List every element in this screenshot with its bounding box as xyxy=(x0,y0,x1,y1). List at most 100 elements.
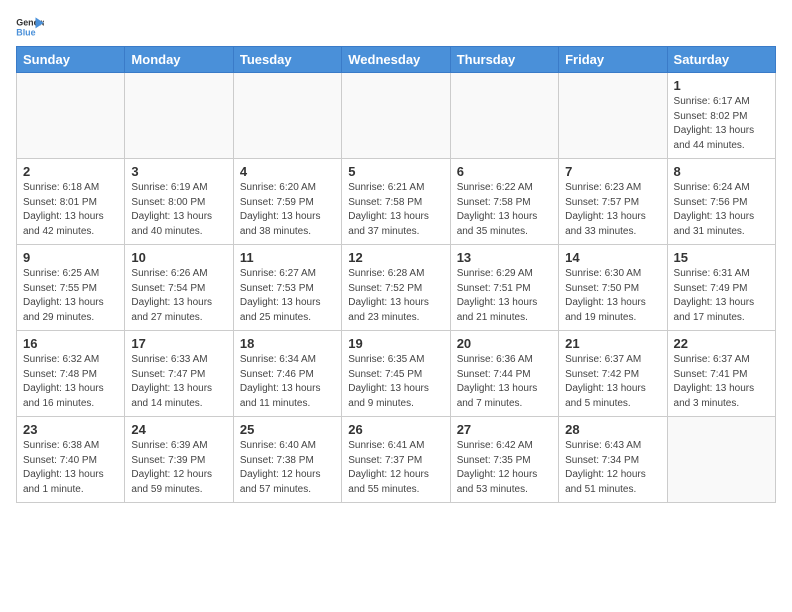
calendar-week-1: 1 Sunrise: 6:17 AM Sunset: 8:02 PM Daylig… xyxy=(17,73,776,159)
day-info: Sunrise: 6:39 AM Sunset: 7:39 PM Dayligh… xyxy=(131,439,226,497)
calendar-cell: 7Sunrise: 6:23 AM Sunset: 7:57 PM Daylig… xyxy=(559,159,667,245)
day-info: Sunrise: 6:33 AM Sunset: 7:47 PM Dayligh… xyxy=(131,353,226,411)
day-info: Sunrise: 6:32 AM Sunset: 7:48 PM Dayligh… xyxy=(23,353,118,411)
calendar-cell: 1 Sunrise: 6:17 AM Sunset: 8:02 PM Daylig… xyxy=(667,73,775,159)
day-number: 8 xyxy=(674,164,769,179)
weekday-header-monday: Monday xyxy=(125,47,233,73)
day-info: Sunrise: 6:25 AM Sunset: 7:55 PM Dayligh… xyxy=(23,267,118,325)
day-number: 26 xyxy=(348,422,443,437)
day-number: 9 xyxy=(23,250,118,265)
calendar-cell: 12 Sunrise: 6:28 AM Sunset: 7:52 PM Dayli… xyxy=(342,245,450,331)
calendar-week-5: 23 Sunrise: 6:38 AM Sunset: 7:40 PM Dayli… xyxy=(17,417,776,503)
calendar-cell: 6Sunrise: 6:22 AM Sunset: 7:58 PM Daylig… xyxy=(450,159,558,245)
day-info: Sunrise: 6:17 AM Sunset: 8:02 PM Dayligh… xyxy=(674,95,769,153)
weekday-header-saturday: Saturday xyxy=(667,47,775,73)
calendar-cell: 17 Sunrise: 6:33 AM Sunset: 7:47 PM Dayli… xyxy=(125,331,233,417)
day-info: Sunrise: 6:20 AM Sunset: 7:59 PM Dayligh… xyxy=(240,181,335,239)
calendar-cell: 22 Sunrise: 6:37 AM Sunset: 7:41 PM Dayli… xyxy=(667,331,775,417)
calendar-table: SundayMondayTuesdayWednesdayThursdayFrid… xyxy=(16,46,776,503)
calendar-cell: 25 Sunrise: 6:40 AM Sunset: 7:38 PM Dayli… xyxy=(233,417,341,503)
day-info: Sunrise: 6:38 AM Sunset: 7:40 PM Dayligh… xyxy=(23,439,118,497)
day-info: Sunrise: 6:42 AM Sunset: 7:35 PM Dayligh… xyxy=(457,439,552,497)
calendar-cell: 28 Sunrise: 6:43 AM Sunset: 7:34 PM Dayli… xyxy=(559,417,667,503)
day-info: Sunrise: 6:21 AM Sunset: 7:58 PM Dayligh… xyxy=(348,181,443,239)
day-number: 13 xyxy=(457,250,552,265)
svg-text:Blue: Blue xyxy=(16,27,35,37)
calendar-cell: 26 Sunrise: 6:41 AM Sunset: 7:37 PM Dayli… xyxy=(342,417,450,503)
day-info: Sunrise: 6:31 AM Sunset: 7:49 PM Dayligh… xyxy=(674,267,769,325)
calendar-week-4: 16 Sunrise: 6:32 AM Sunset: 7:48 PM Dayli… xyxy=(17,331,776,417)
day-info: Sunrise: 6:40 AM Sunset: 7:38 PM Dayligh… xyxy=(240,439,335,497)
day-number: 12 xyxy=(348,250,443,265)
day-number: 10 xyxy=(131,250,226,265)
day-number: 20 xyxy=(457,336,552,351)
calendar-cell: 5 Sunrise: 6:21 AM Sunset: 7:58 PM Daylig… xyxy=(342,159,450,245)
calendar-cell: 23 Sunrise: 6:38 AM Sunset: 7:40 PM Dayli… xyxy=(17,417,125,503)
day-number: 7 xyxy=(565,164,660,179)
calendar-body: 1 Sunrise: 6:17 AM Sunset: 8:02 PM Daylig… xyxy=(17,73,776,503)
day-number: 28 xyxy=(565,422,660,437)
day-number: 22 xyxy=(674,336,769,351)
calendar-cell: 13 Sunrise: 6:29 AM Sunset: 7:51 PM Dayli… xyxy=(450,245,558,331)
calendar-week-3: 9 Sunrise: 6:25 AM Sunset: 7:55 PM Daylig… xyxy=(17,245,776,331)
calendar-cell: 21Sunrise: 6:37 AM Sunset: 7:42 PM Dayli… xyxy=(559,331,667,417)
calendar-cell: 2 Sunrise: 6:18 AM Sunset: 8:01 PM Daylig… xyxy=(17,159,125,245)
calendar-cell: 16 Sunrise: 6:32 AM Sunset: 7:48 PM Dayli… xyxy=(17,331,125,417)
day-number: 1 xyxy=(674,78,769,93)
calendar-cell: 8Sunrise: 6:24 AM Sunset: 7:56 PM Daylig… xyxy=(667,159,775,245)
logo-icon: General Blue xyxy=(16,16,44,38)
calendar-cell: 3Sunrise: 6:19 AM Sunset: 8:00 PM Daylig… xyxy=(125,159,233,245)
calendar-cell: 15 Sunrise: 6:31 AM Sunset: 7:49 PM Dayli… xyxy=(667,245,775,331)
day-info: Sunrise: 6:18 AM Sunset: 8:01 PM Dayligh… xyxy=(23,181,118,239)
day-info: Sunrise: 6:29 AM Sunset: 7:51 PM Dayligh… xyxy=(457,267,552,325)
calendar-cell xyxy=(559,73,667,159)
day-info: Sunrise: 6:28 AM Sunset: 7:52 PM Dayligh… xyxy=(348,267,443,325)
day-number: 5 xyxy=(348,164,443,179)
day-number: 23 xyxy=(23,422,118,437)
day-number: 25 xyxy=(240,422,335,437)
calendar-cell xyxy=(342,73,450,159)
weekday-header-friday: Friday xyxy=(559,47,667,73)
day-info: Sunrise: 6:36 AM Sunset: 7:44 PM Dayligh… xyxy=(457,353,552,411)
day-number: 14 xyxy=(565,250,660,265)
day-number: 15 xyxy=(674,250,769,265)
day-number: 17 xyxy=(131,336,226,351)
calendar-cell xyxy=(125,73,233,159)
calendar-cell xyxy=(667,417,775,503)
day-number: 11 xyxy=(240,250,335,265)
page-header: General Blue xyxy=(16,16,776,38)
calendar-cell: 24 Sunrise: 6:39 AM Sunset: 7:39 PM Dayli… xyxy=(125,417,233,503)
calendar-cell: 9 Sunrise: 6:25 AM Sunset: 7:55 PM Daylig… xyxy=(17,245,125,331)
day-number: 3 xyxy=(131,164,226,179)
day-info: Sunrise: 6:27 AM Sunset: 7:53 PM Dayligh… xyxy=(240,267,335,325)
day-info: Sunrise: 6:26 AM Sunset: 7:54 PM Dayligh… xyxy=(131,267,226,325)
day-info: Sunrise: 6:43 AM Sunset: 7:34 PM Dayligh… xyxy=(565,439,660,497)
day-number: 4 xyxy=(240,164,335,179)
calendar-cell: 10 Sunrise: 6:26 AM Sunset: 7:54 PM Dayli… xyxy=(125,245,233,331)
calendar-cell: 27 Sunrise: 6:42 AM Sunset: 7:35 PM Dayli… xyxy=(450,417,558,503)
day-info: Sunrise: 6:30 AM Sunset: 7:50 PM Dayligh… xyxy=(565,267,660,325)
weekday-header-tuesday: Tuesday xyxy=(233,47,341,73)
calendar-cell: 11 Sunrise: 6:27 AM Sunset: 7:53 PM Dayli… xyxy=(233,245,341,331)
day-number: 6 xyxy=(457,164,552,179)
day-info: Sunrise: 6:41 AM Sunset: 7:37 PM Dayligh… xyxy=(348,439,443,497)
day-info: Sunrise: 6:37 AM Sunset: 7:41 PM Dayligh… xyxy=(674,353,769,411)
calendar-cell xyxy=(233,73,341,159)
day-info: Sunrise: 6:34 AM Sunset: 7:46 PM Dayligh… xyxy=(240,353,335,411)
day-number: 21 xyxy=(565,336,660,351)
day-number: 19 xyxy=(348,336,443,351)
calendar-week-2: 2 Sunrise: 6:18 AM Sunset: 8:01 PM Daylig… xyxy=(17,159,776,245)
day-number: 27 xyxy=(457,422,552,437)
logo: General Blue xyxy=(16,16,44,38)
calendar-cell: 14 Sunrise: 6:30 AM Sunset: 7:50 PM Dayli… xyxy=(559,245,667,331)
calendar-cell: 20 Sunrise: 6:36 AM Sunset: 7:44 PM Dayli… xyxy=(450,331,558,417)
day-info: Sunrise: 6:35 AM Sunset: 7:45 PM Dayligh… xyxy=(348,353,443,411)
calendar-cell: 18Sunrise: 6:34 AM Sunset: 7:46 PM Dayli… xyxy=(233,331,341,417)
day-number: 2 xyxy=(23,164,118,179)
day-number: 24 xyxy=(131,422,226,437)
day-number: 16 xyxy=(23,336,118,351)
weekday-header-row: SundayMondayTuesdayWednesdayThursdayFrid… xyxy=(17,47,776,73)
weekday-header-thursday: Thursday xyxy=(450,47,558,73)
calendar-cell: 4 Sunrise: 6:20 AM Sunset: 7:59 PM Daylig… xyxy=(233,159,341,245)
calendar-cell xyxy=(450,73,558,159)
